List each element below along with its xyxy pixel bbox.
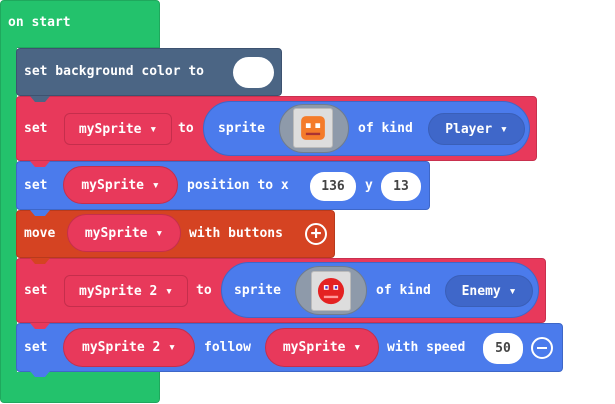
sprite-image-player[interactable] <box>293 108 333 148</box>
variable-dropdown[interactable]: mySprite 2 ▾ <box>64 275 188 307</box>
variable-dropdown[interactable]: mySprite ▾ <box>67 214 181 252</box>
to-label: to <box>196 283 212 298</box>
sprite-label: sprite <box>218 121 265 136</box>
follow-label: follow <box>204 340 251 355</box>
variable-name: mySprite <box>282 340 346 355</box>
chevron-down-icon: ▾ <box>508 283 517 299</box>
variable-dropdown[interactable]: mySprite 2 ▾ <box>63 328 195 367</box>
kind-dropdown-player[interactable]: Player ▾ <box>428 113 525 145</box>
on-start-left-strip <box>0 46 17 378</box>
sprite-image-enemy[interactable] <box>311 271 351 311</box>
with-buttons-label: with buttons <box>189 226 283 241</box>
variable-dropdown[interactable]: mySprite ▾ <box>64 113 172 145</box>
variable-dropdown[interactable]: mySprite ▾ <box>63 166 178 204</box>
chevron-down-icon: ▾ <box>499 121 508 137</box>
set-label: set <box>24 178 48 193</box>
chevron-down-icon: ▾ <box>353 340 362 355</box>
minus-icon[interactable] <box>531 337 553 359</box>
variable-name: mySprite <box>84 225 148 241</box>
chevron-down-icon: ▾ <box>149 121 158 137</box>
of-kind-label: of kind <box>376 283 431 298</box>
chevron-down-icon: ▾ <box>168 340 176 355</box>
x-input[interactable]: 136 <box>310 172 356 201</box>
variable-name: mySprite 2 <box>79 283 158 299</box>
chevron-down-icon: ▾ <box>165 283 173 299</box>
on-start-bottom <box>0 372 160 403</box>
y-input[interactable]: 13 <box>381 172 421 201</box>
set-label: set <box>24 283 48 298</box>
variable-name: mySprite <box>81 177 144 193</box>
plus-icon[interactable]: + <box>305 223 327 245</box>
position-label: position to x <box>187 178 289 193</box>
set-label: set <box>24 121 48 136</box>
kind-value: Player <box>445 121 493 137</box>
variable-name: mySprite 2 <box>82 340 161 355</box>
red-ghost-icon <box>317 277 345 305</box>
variable-name: mySprite <box>78 121 142 137</box>
kind-value: Enemy <box>461 283 501 299</box>
sprite-label: sprite <box>234 283 281 298</box>
on-start-label: on start <box>8 15 71 30</box>
kind-dropdown-enemy[interactable]: Enemy ▾ <box>445 275 533 307</box>
chevron-down-icon: ▾ <box>151 177 160 193</box>
background-color-picker[interactable] <box>233 57 274 88</box>
speed-input[interactable]: 50 <box>483 333 523 364</box>
to-label: to <box>178 121 194 136</box>
move-label: move <box>24 226 56 241</box>
with-speed-label: with speed <box>387 340 466 355</box>
chevron-down-icon: ▾ <box>155 225 164 241</box>
of-kind-label: of kind <box>358 121 413 136</box>
y-label: y <box>365 178 373 193</box>
target-dropdown[interactable]: mySprite ▾ <box>265 328 379 367</box>
set-label: set <box>24 340 48 355</box>
orange-face-icon <box>301 116 325 140</box>
set-background-label: set background color to <box>24 64 205 79</box>
